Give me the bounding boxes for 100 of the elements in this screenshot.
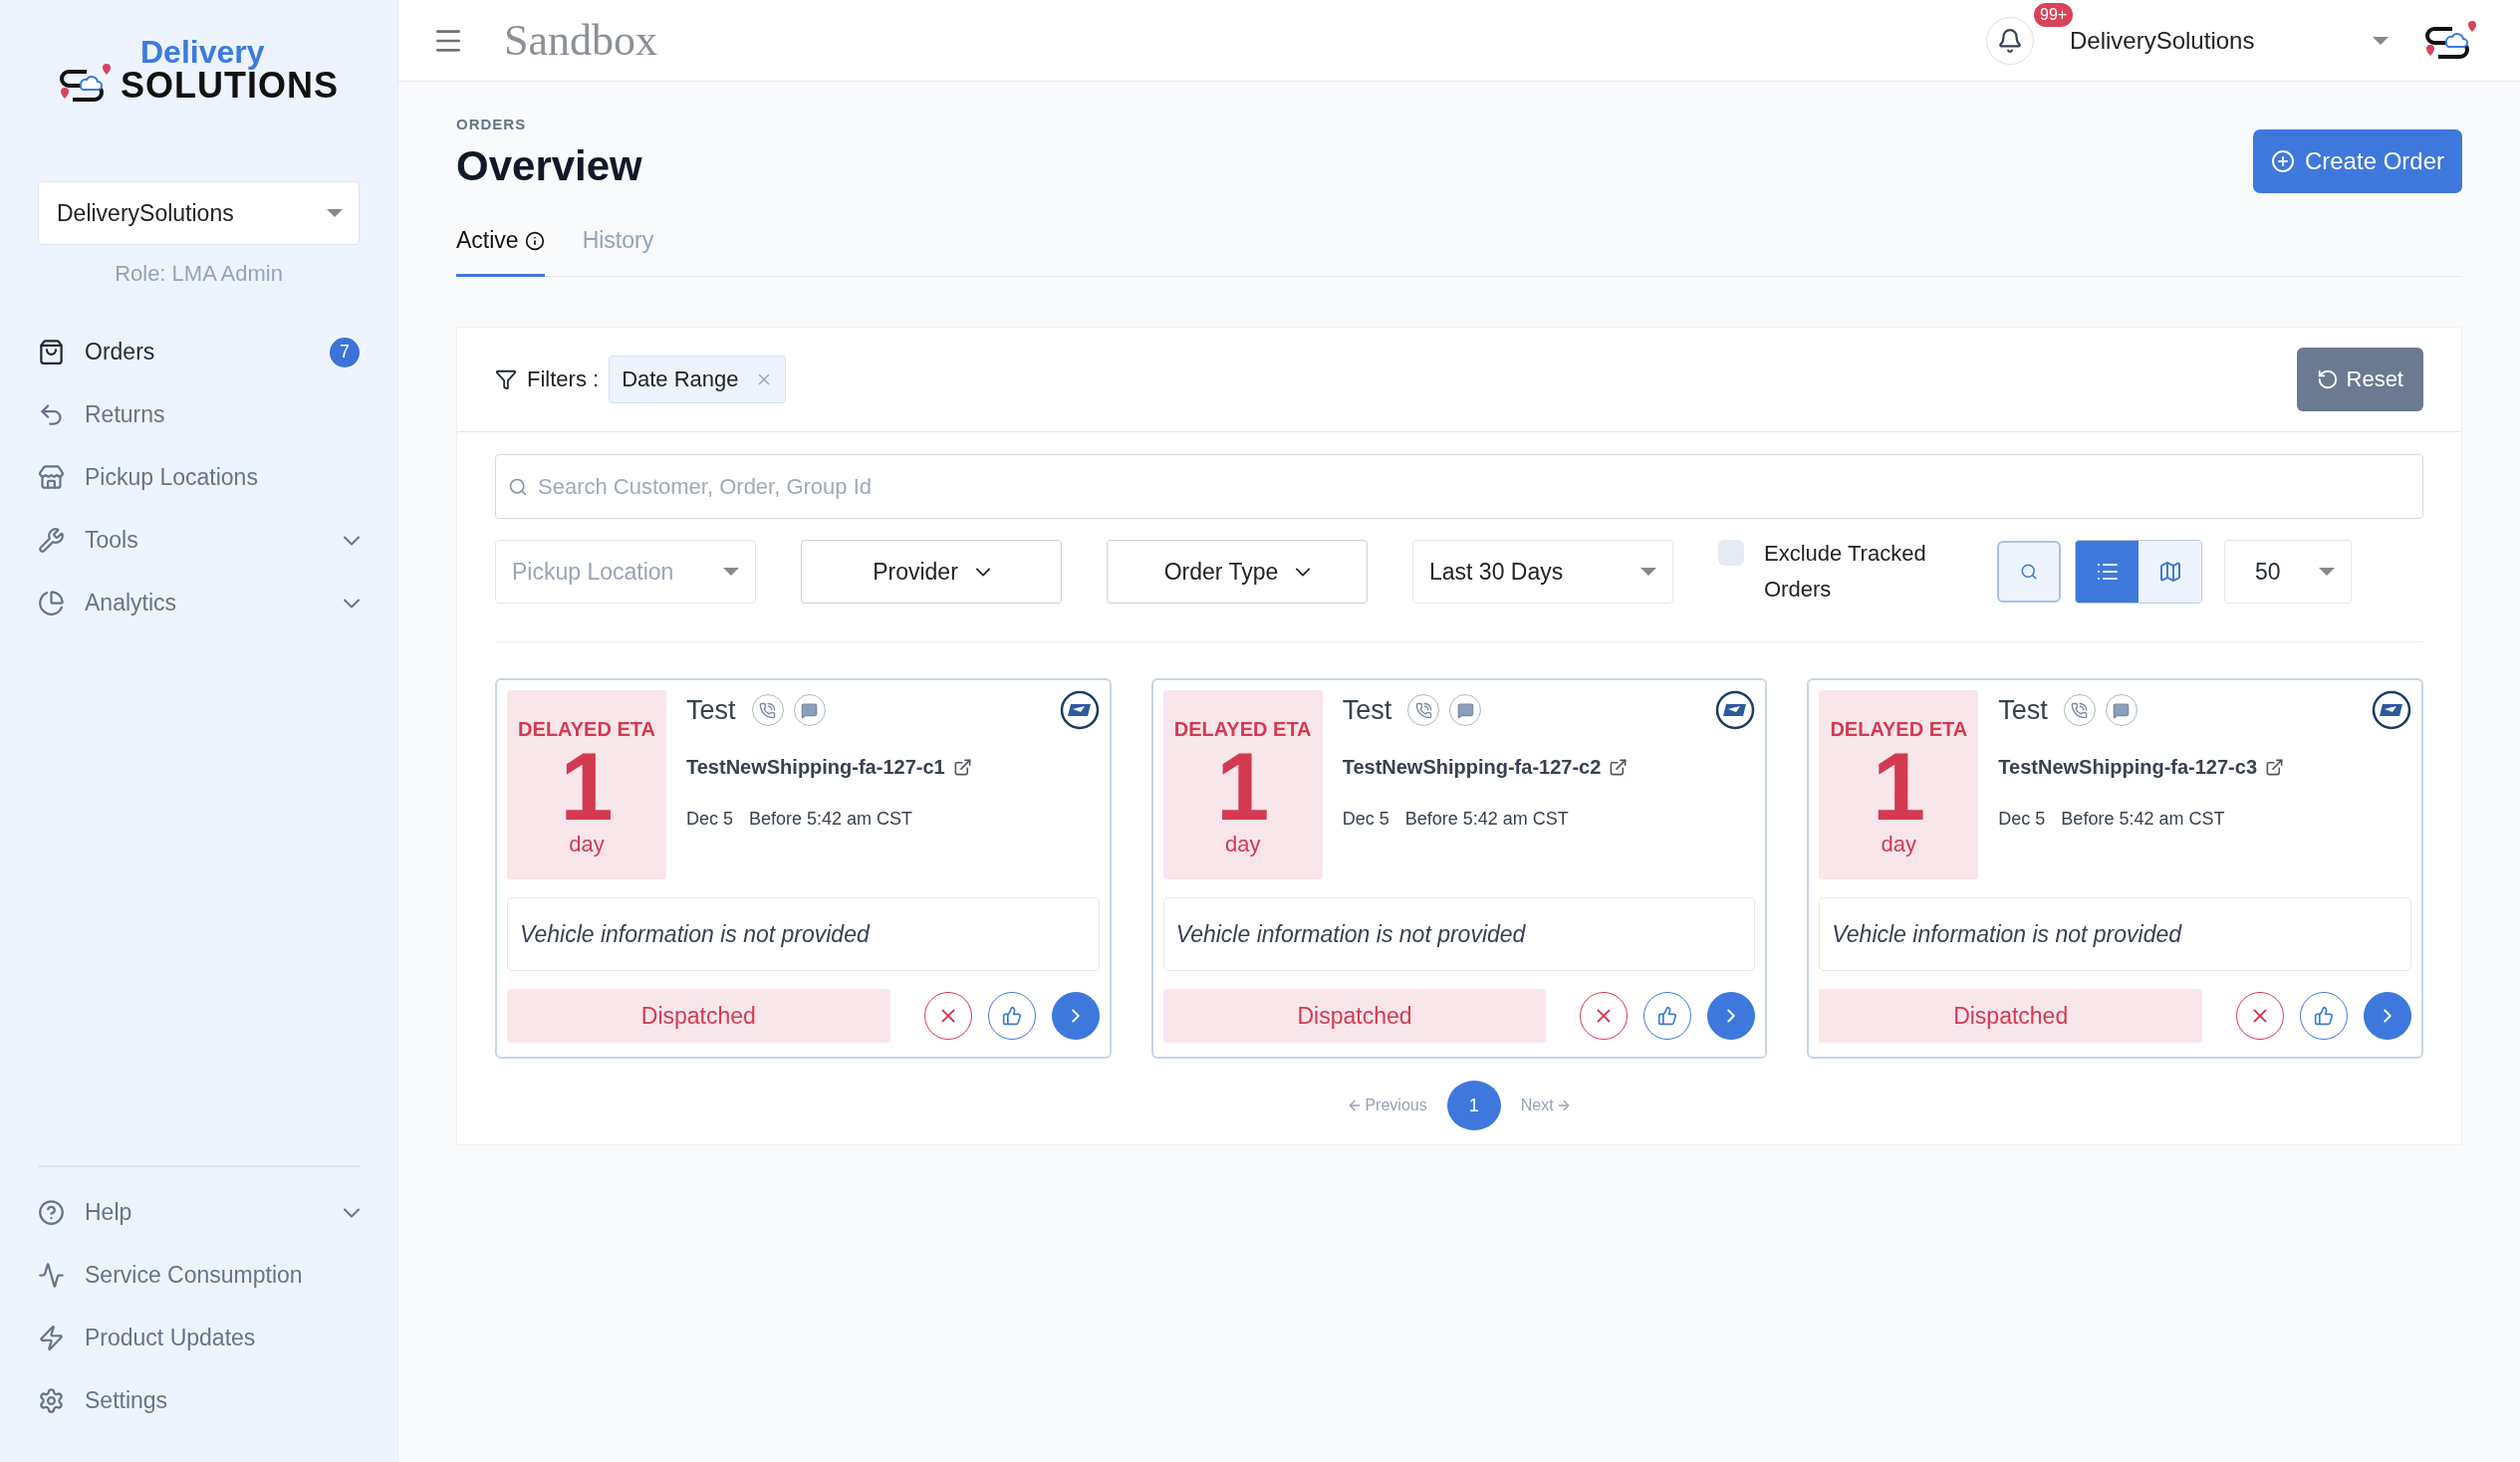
eta-panel: DELAYED ETA 1 day — [1162, 690, 1323, 879]
carrier-logo-icon — [1715, 690, 1756, 730]
search-icon — [508, 476, 528, 497]
vehicle-info: Vehicle information is not provided — [507, 897, 1100, 971]
customer-name: Test — [686, 694, 736, 726]
filter-dropdown[interactable]: Provider — [801, 540, 1062, 604]
external-link-icon[interactable] — [2265, 758, 2284, 777]
account-dropdown[interactable]: DeliverySolutions — [2070, 26, 2389, 55]
order-id-link[interactable]: TestNewShipping-fa-127-c2 — [1342, 756, 1602, 779]
tab[interactable]: Active — [456, 219, 545, 277]
cancel-button[interactable] — [2236, 992, 2284, 1040]
sidebar-item[interactable]: Pickup Locations — [38, 446, 360, 509]
notification-badge: 99+ — [2034, 2, 2074, 27]
order-id-link[interactable]: TestNewShipping-fa-127-c3 — [1998, 756, 2257, 779]
caret-icon — [2319, 568, 2335, 576]
filter-chip[interactable]: Date Range — [609, 356, 786, 403]
shopping-bag-icon — [38, 339, 65, 366]
status-label: Dispatched — [1819, 989, 2202, 1043]
eta-panel: DELAYED ETA 1 day — [507, 690, 666, 879]
activity-icon — [38, 1262, 65, 1289]
create-order-button[interactable]: Create Order — [2252, 129, 2462, 193]
thumbs-up-icon — [1657, 1006, 1678, 1026]
chat-bubble-icon — [2113, 701, 2131, 719]
delivery-window: Before 5:42 am CST — [1404, 809, 1569, 830]
lightning-icon — [38, 1325, 65, 1351]
phone-icon — [2071, 701, 2089, 719]
status-label: Dispatched — [1162, 989, 1547, 1043]
sidebar-item[interactable]: Service Consumption — [38, 1244, 360, 1307]
checkbox[interactable] — [1718, 540, 1744, 566]
map-view-button[interactable] — [2139, 541, 2201, 603]
thumbs-up-button[interactable] — [987, 992, 1036, 1040]
caret-icon — [723, 568, 739, 576]
bell-icon — [1997, 27, 2023, 54]
thumbs-up-button[interactable] — [2300, 992, 2348, 1040]
chevron-down-icon — [1296, 567, 1311, 577]
delivery-window: Before 5:42 am CST — [2061, 809, 2225, 830]
search-icon — [2020, 563, 2038, 581]
pie-chart-icon — [38, 590, 65, 616]
search-field[interactable]: Search Customer, Order, Group Id — [495, 454, 2423, 519]
reset-icon — [2316, 368, 2339, 390]
next-link[interactable]: Next — [1520, 1096, 1572, 1114]
map-icon — [2157, 560, 2182, 584]
tab[interactable]: History — [582, 219, 654, 277]
delivery-window: Before 5:42 am CST — [749, 809, 913, 830]
sidebar-item[interactable]: Tools — [38, 509, 360, 572]
page-size-select[interactable]: 50 — [2224, 540, 2352, 604]
carrier-logo-icon — [2372, 690, 2411, 730]
settings-icon — [38, 1387, 65, 1414]
details-button[interactable] — [1707, 992, 1756, 1040]
previous-link[interactable]: Previous — [1347, 1096, 1427, 1114]
chat-bubble-icon — [801, 701, 819, 719]
customer-name: Test — [1342, 694, 1392, 726]
details-button[interactable] — [2364, 992, 2411, 1040]
notifications-button[interactable] — [1986, 16, 2034, 65]
details-button[interactable] — [1051, 992, 1100, 1040]
undo-arrow-icon — [38, 401, 65, 428]
thumbs-up-icon — [2314, 1006, 2334, 1026]
cancel-button[interactable] — [923, 992, 972, 1040]
external-link-icon[interactable] — [952, 758, 972, 777]
vehicle-info: Vehicle information is not provided — [1162, 897, 1756, 971]
caret-icon — [2373, 36, 2389, 45]
sidebar-item[interactable]: Analytics — [38, 572, 360, 634]
sidebar-item[interactable]: Orders 7 — [38, 321, 360, 383]
filter-dropdown[interactable]: Order Type — [1107, 540, 1368, 604]
filters-label: Filters : — [527, 366, 600, 392]
reset-button[interactable]: Reset — [2296, 348, 2423, 411]
filter-icon — [495, 368, 517, 390]
carrier-logo-icon — [1059, 690, 1100, 730]
help-icon — [38, 1199, 65, 1226]
status-label: Dispatched — [507, 989, 890, 1043]
order-id-link[interactable]: TestNewShipping-fa-127-c1 — [686, 756, 945, 779]
delivery-date: Dec 5 — [686, 809, 734, 830]
wrench-icon — [38, 527, 65, 554]
exclude-tracked-checkbox[interactable]: Exclude Tracked Orders — [1718, 536, 1947, 608]
page-number[interactable]: 1 — [1446, 1081, 1501, 1130]
external-link-icon[interactable] — [1609, 758, 1629, 777]
vehicle-info: Vehicle information is not provided — [1819, 897, 2411, 971]
phone-icon — [759, 701, 777, 719]
delivery-date: Dec 5 — [1342, 809, 1389, 830]
sidebar-item[interactable]: Returns — [38, 383, 360, 446]
filter-dropdown[interactable]: Last 30 Days — [1412, 540, 1673, 604]
eta-panel: DELAYED ETA 1 day — [1819, 690, 1979, 879]
account-select[interactable]: DeliverySolutions — [38, 181, 360, 245]
count-badge: 7 — [330, 337, 360, 367]
list-view-button[interactable] — [2076, 541, 2139, 603]
chevron-down-icon — [975, 567, 990, 577]
sidebar-item[interactable]: Product Updates — [38, 1307, 360, 1369]
thumbs-up-icon — [1001, 1006, 1022, 1026]
logo-text: Delivery — [140, 36, 266, 68]
breadcrumb: ORDERS — [456, 116, 528, 132]
thumbs-up-button[interactable] — [1643, 992, 1692, 1040]
store-icon — [38, 464, 65, 491]
sidebar-item[interactable]: Help — [38, 1181, 360, 1244]
delivery-date: Dec 5 — [1998, 809, 2046, 830]
sidebar-item[interactable]: Settings — [38, 1369, 360, 1432]
cancel-button[interactable] — [1580, 992, 1629, 1040]
filter-dropdown[interactable]: Pickup Location — [495, 540, 756, 604]
role-label: Role: LMA Admin — [114, 261, 284, 287]
chat-bubble-icon — [1456, 701, 1474, 719]
environment-title: Sandbox — [504, 15, 658, 66]
